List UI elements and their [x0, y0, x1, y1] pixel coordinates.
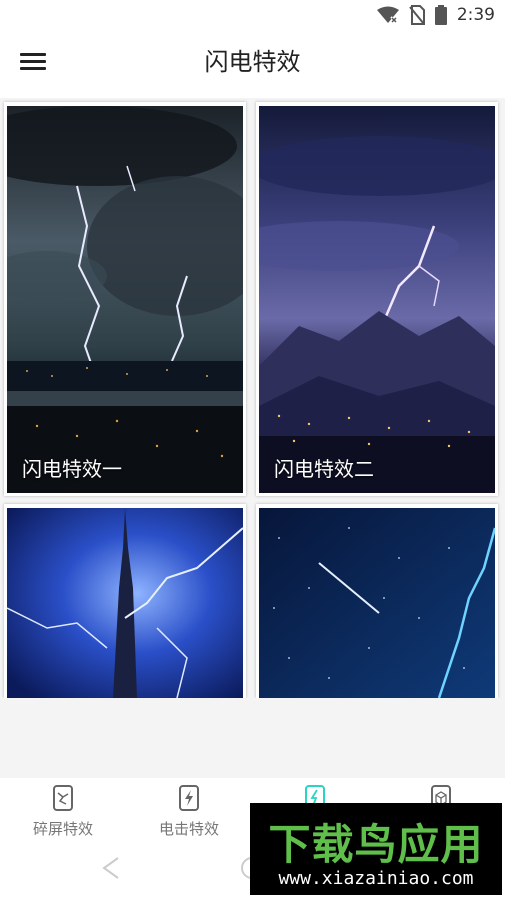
tab-broken-screen[interactable]: 碎屏特效	[8, 784, 118, 839]
watermark-logo: 下载鸟应用 www.xiazainiao.com	[250, 803, 502, 895]
electric-shock-icon	[179, 785, 199, 811]
status-time: 2:39	[456, 5, 495, 25]
page-title: 闪电特效	[204, 48, 301, 76]
effect-card-4[interactable]	[256, 504, 498, 698]
watermark-brand: 下载鸟应用	[268, 820, 484, 869]
lightning-city-image	[7, 106, 243, 493]
app-bar: 闪电特效	[0, 30, 505, 92]
effect-card-1[interactable]: 闪电特效一	[4, 102, 246, 496]
watermark-url: www.xiazainiao.com	[278, 868, 474, 889]
lightning-mountain-image	[259, 106, 495, 493]
no-sim-icon	[409, 5, 425, 25]
back-icon[interactable]	[100, 856, 122, 880]
lightning-stars-image	[259, 508, 495, 698]
wifi-icon	[376, 6, 399, 24]
effect-card-3[interactable]	[4, 504, 246, 698]
tab-electric-shock[interactable]: 电击特效	[134, 784, 244, 839]
battery-icon	[434, 5, 447, 25]
status-bar: 2:39	[0, 0, 505, 30]
effect-card-label: 闪电特效一	[22, 457, 122, 481]
effect-card-2[interactable]: 闪电特效二	[256, 102, 498, 496]
effects-grid: 闪电特效一 闪电特效二	[0, 98, 505, 698]
tab-label: 电击特效	[158, 820, 219, 838]
content-background	[0, 698, 505, 778]
lightning-tower-image	[7, 508, 243, 698]
effect-card-label: 闪电特效二	[274, 457, 374, 481]
tab-label: 碎屏特效	[32, 820, 93, 838]
broken-screen-icon	[53, 785, 73, 811]
